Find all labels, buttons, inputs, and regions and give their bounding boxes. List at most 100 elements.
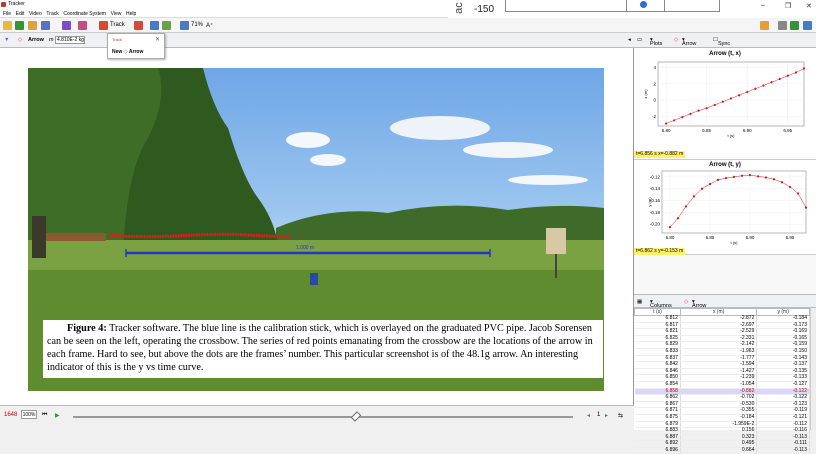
table-cell[interactable]: -0.111 bbox=[756, 441, 810, 448]
collapse-icon[interactable]: ◂ bbox=[628, 37, 631, 43]
table-cell[interactable]: 0.323 bbox=[680, 434, 758, 442]
track-icon[interactable] bbox=[99, 21, 108, 30]
loop-icon[interactable]: ⇆ bbox=[618, 412, 623, 419]
menu-edit[interactable]: Edit bbox=[16, 11, 25, 17]
eye-icon[interactable] bbox=[150, 21, 159, 30]
table-row[interactable]: 6.879 -1.959E-2 -0.112 bbox=[634, 421, 810, 429]
table-row[interactable]: 6.812 -2.872 -0.184 bbox=[634, 315, 810, 323]
table-row[interactable]: 6.892 0.495 -0.111 bbox=[634, 441, 810, 448]
table-row[interactable]: 6.842 -1.594 -0.137 bbox=[634, 362, 810, 369]
data-point bbox=[668, 225, 672, 229]
maximize-icon[interactable]: ❐ bbox=[785, 2, 791, 10]
menu-track[interactable]: Track bbox=[46, 11, 58, 17]
track-point bbox=[177, 234, 180, 238]
slider-knob[interactable] bbox=[350, 411, 362, 422]
save-icon[interactable] bbox=[15, 21, 24, 30]
table-cell[interactable]: -0.184 bbox=[680, 414, 758, 422]
menu-video[interactable]: Video bbox=[29, 11, 42, 17]
minimize-icon[interactable]: – bbox=[761, 2, 765, 9]
mass-field[interactable]: 4.810E-2 kg bbox=[55, 36, 85, 44]
table-row[interactable]: 6.887 0.323 -0.113 bbox=[634, 434, 810, 442]
footprint-icon[interactable] bbox=[162, 21, 171, 30]
table-row[interactable]: 6.883 0.156 -0.116 bbox=[634, 427, 810, 435]
x-tick-label: 6.95 bbox=[783, 128, 792, 133]
plots-button[interactable]: Plots ▾ bbox=[650, 37, 662, 47]
table-scrollbar[interactable] bbox=[810, 308, 816, 430]
data-point bbox=[700, 187, 704, 190]
menu-coordinate-system[interactable]: Coordinate System bbox=[63, 11, 106, 17]
table-row[interactable]: 6.829 -2.142 -0.159 bbox=[634, 342, 810, 349]
zoom-field[interactable]: 100% bbox=[21, 410, 37, 419]
close-icon[interactable]: ✕ bbox=[806, 2, 812, 10]
x-tick-label: 6.90 bbox=[743, 128, 752, 133]
track-name[interactable]: Arrow bbox=[28, 37, 44, 43]
plot-track-selector[interactable]: Arrow ▾ bbox=[682, 37, 696, 47]
calibration-tools-icon[interactable] bbox=[62, 21, 71, 30]
data-table[interactable]: t (s) x (m) y (m) 6.812 -2.872 -0.184 6.817… bbox=[634, 308, 810, 454]
table-cell[interactable]: 6.896 bbox=[634, 447, 681, 454]
sync-checkbox[interactable]: ☐ Sync bbox=[713, 37, 730, 47]
notes-icon[interactable] bbox=[778, 21, 787, 30]
track-menu-icon[interactable]: ▼ bbox=[4, 37, 9, 43]
step-forward-icon[interactable]: ▸ bbox=[605, 412, 608, 419]
table-row[interactable]: 6.846 -1.427 -0.135 bbox=[634, 368, 810, 376]
table-track-selector[interactable]: Arrow ▾ bbox=[692, 299, 706, 309]
popup-close-icon[interactable]: ✕ bbox=[155, 36, 160, 43]
popup-new-item[interactable]: New ◇ Arrow bbox=[112, 49, 143, 55]
table-row[interactable]: 6.850 -1.239 -0.133 bbox=[634, 375, 810, 382]
step-back-icon[interactable]: ◂ bbox=[587, 412, 590, 419]
track-point bbox=[198, 233, 201, 237]
reset-icon[interactable]: ⏮ bbox=[42, 412, 47, 419]
table-row[interactable]: 6.867 -0.530 -0.123 bbox=[634, 401, 810, 409]
data-point bbox=[764, 176, 768, 179]
table-row[interactable]: 6.821 -2.529 -0.169 bbox=[634, 329, 810, 336]
refresh-icon[interactable] bbox=[790, 21, 799, 30]
track-button[interactable]: Track bbox=[110, 22, 125, 28]
table-row[interactable]: 6.837 -1.777 -0.143 bbox=[634, 355, 810, 363]
track-point bbox=[203, 233, 206, 237]
table-row[interactable]: 6.854 -1.054 -0.127 bbox=[634, 381, 810, 389]
table-cell[interactable]: -0.121 bbox=[756, 414, 810, 422]
table-cell[interactable]: -0.113 bbox=[756, 434, 810, 442]
table-cell[interactable]: 6.887 bbox=[634, 434, 681, 442]
trace-icon[interactable] bbox=[134, 21, 143, 30]
font-size-icon[interactable]: A⁺ bbox=[206, 22, 213, 29]
table-row[interactable]: 6.817 -2.697 -0.173 bbox=[634, 322, 810, 330]
zoom-level[interactable]: 71% bbox=[191, 22, 203, 28]
frame-slider[interactable] bbox=[73, 411, 573, 422]
pencil-icon[interactable] bbox=[760, 21, 769, 30]
plot-x[interactable]: Arrow (t, x) 4 2 0 -2 6.80 6.85 6.90 6.95 t (s) x… bbox=[634, 48, 816, 160]
play-icon[interactable]: ▶ bbox=[55, 412, 60, 419]
table-cell[interactable]: 6.875 bbox=[634, 414, 681, 422]
video-settings-icon[interactable] bbox=[41, 21, 50, 30]
step-count[interactable]: 1 bbox=[597, 412, 600, 418]
table-cell[interactable]: 0.156 bbox=[680, 427, 758, 435]
table-cell[interactable]: 6.892 bbox=[634, 441, 681, 448]
table-row[interactable]: 6.862 -0.702 -0.122 bbox=[634, 394, 810, 402]
open-folder-icon[interactable] bbox=[3, 21, 12, 30]
table-row[interactable]: 6.871 -0.355 -0.119 bbox=[634, 408, 810, 415]
table-row[interactable]: 6.875 -0.184 -0.121 bbox=[634, 414, 810, 422]
table-cell[interactable]: -0.116 bbox=[756, 427, 810, 435]
data-point bbox=[802, 67, 806, 70]
menu-file[interactable]: File bbox=[3, 11, 11, 17]
table-row[interactable]: 6.896 0.664 -0.113 bbox=[634, 447, 810, 454]
table-cell[interactable]: 0.495 bbox=[680, 441, 758, 448]
table-cell[interactable]: 0.664 bbox=[680, 447, 758, 454]
axes-icon[interactable] bbox=[78, 21, 87, 30]
plot-y[interactable]: Arrow (t, y) -0.12 -0.14 -0.16 -0.18 -0.20 6.… bbox=[634, 160, 816, 255]
zoom-icon[interactable] bbox=[180, 21, 189, 30]
table-cell[interactable]: -0.113 bbox=[756, 447, 810, 454]
help-icon[interactable] bbox=[803, 21, 812, 30]
menu-help[interactable]: Help bbox=[126, 11, 136, 17]
menu-view[interactable]: View bbox=[111, 11, 122, 17]
plot-view-icon[interactable]: ▭ bbox=[637, 37, 642, 43]
table-row[interactable]: 6.825 -2.331 -0.165 bbox=[634, 335, 810, 343]
table-view-icon[interactable]: ▦ bbox=[637, 299, 642, 305]
columns-button[interactable]: Columns ▾ bbox=[650, 299, 672, 309]
table-cell[interactable]: 6.883 bbox=[634, 427, 681, 435]
open-video-icon[interactable] bbox=[28, 21, 37, 30]
mass-label: m bbox=[49, 37, 54, 43]
table-row[interactable]: 6.858 -0.882 -0.122 bbox=[634, 388, 810, 396]
table-row[interactable]: 6.833 -1.963 -0.150 bbox=[634, 348, 810, 356]
